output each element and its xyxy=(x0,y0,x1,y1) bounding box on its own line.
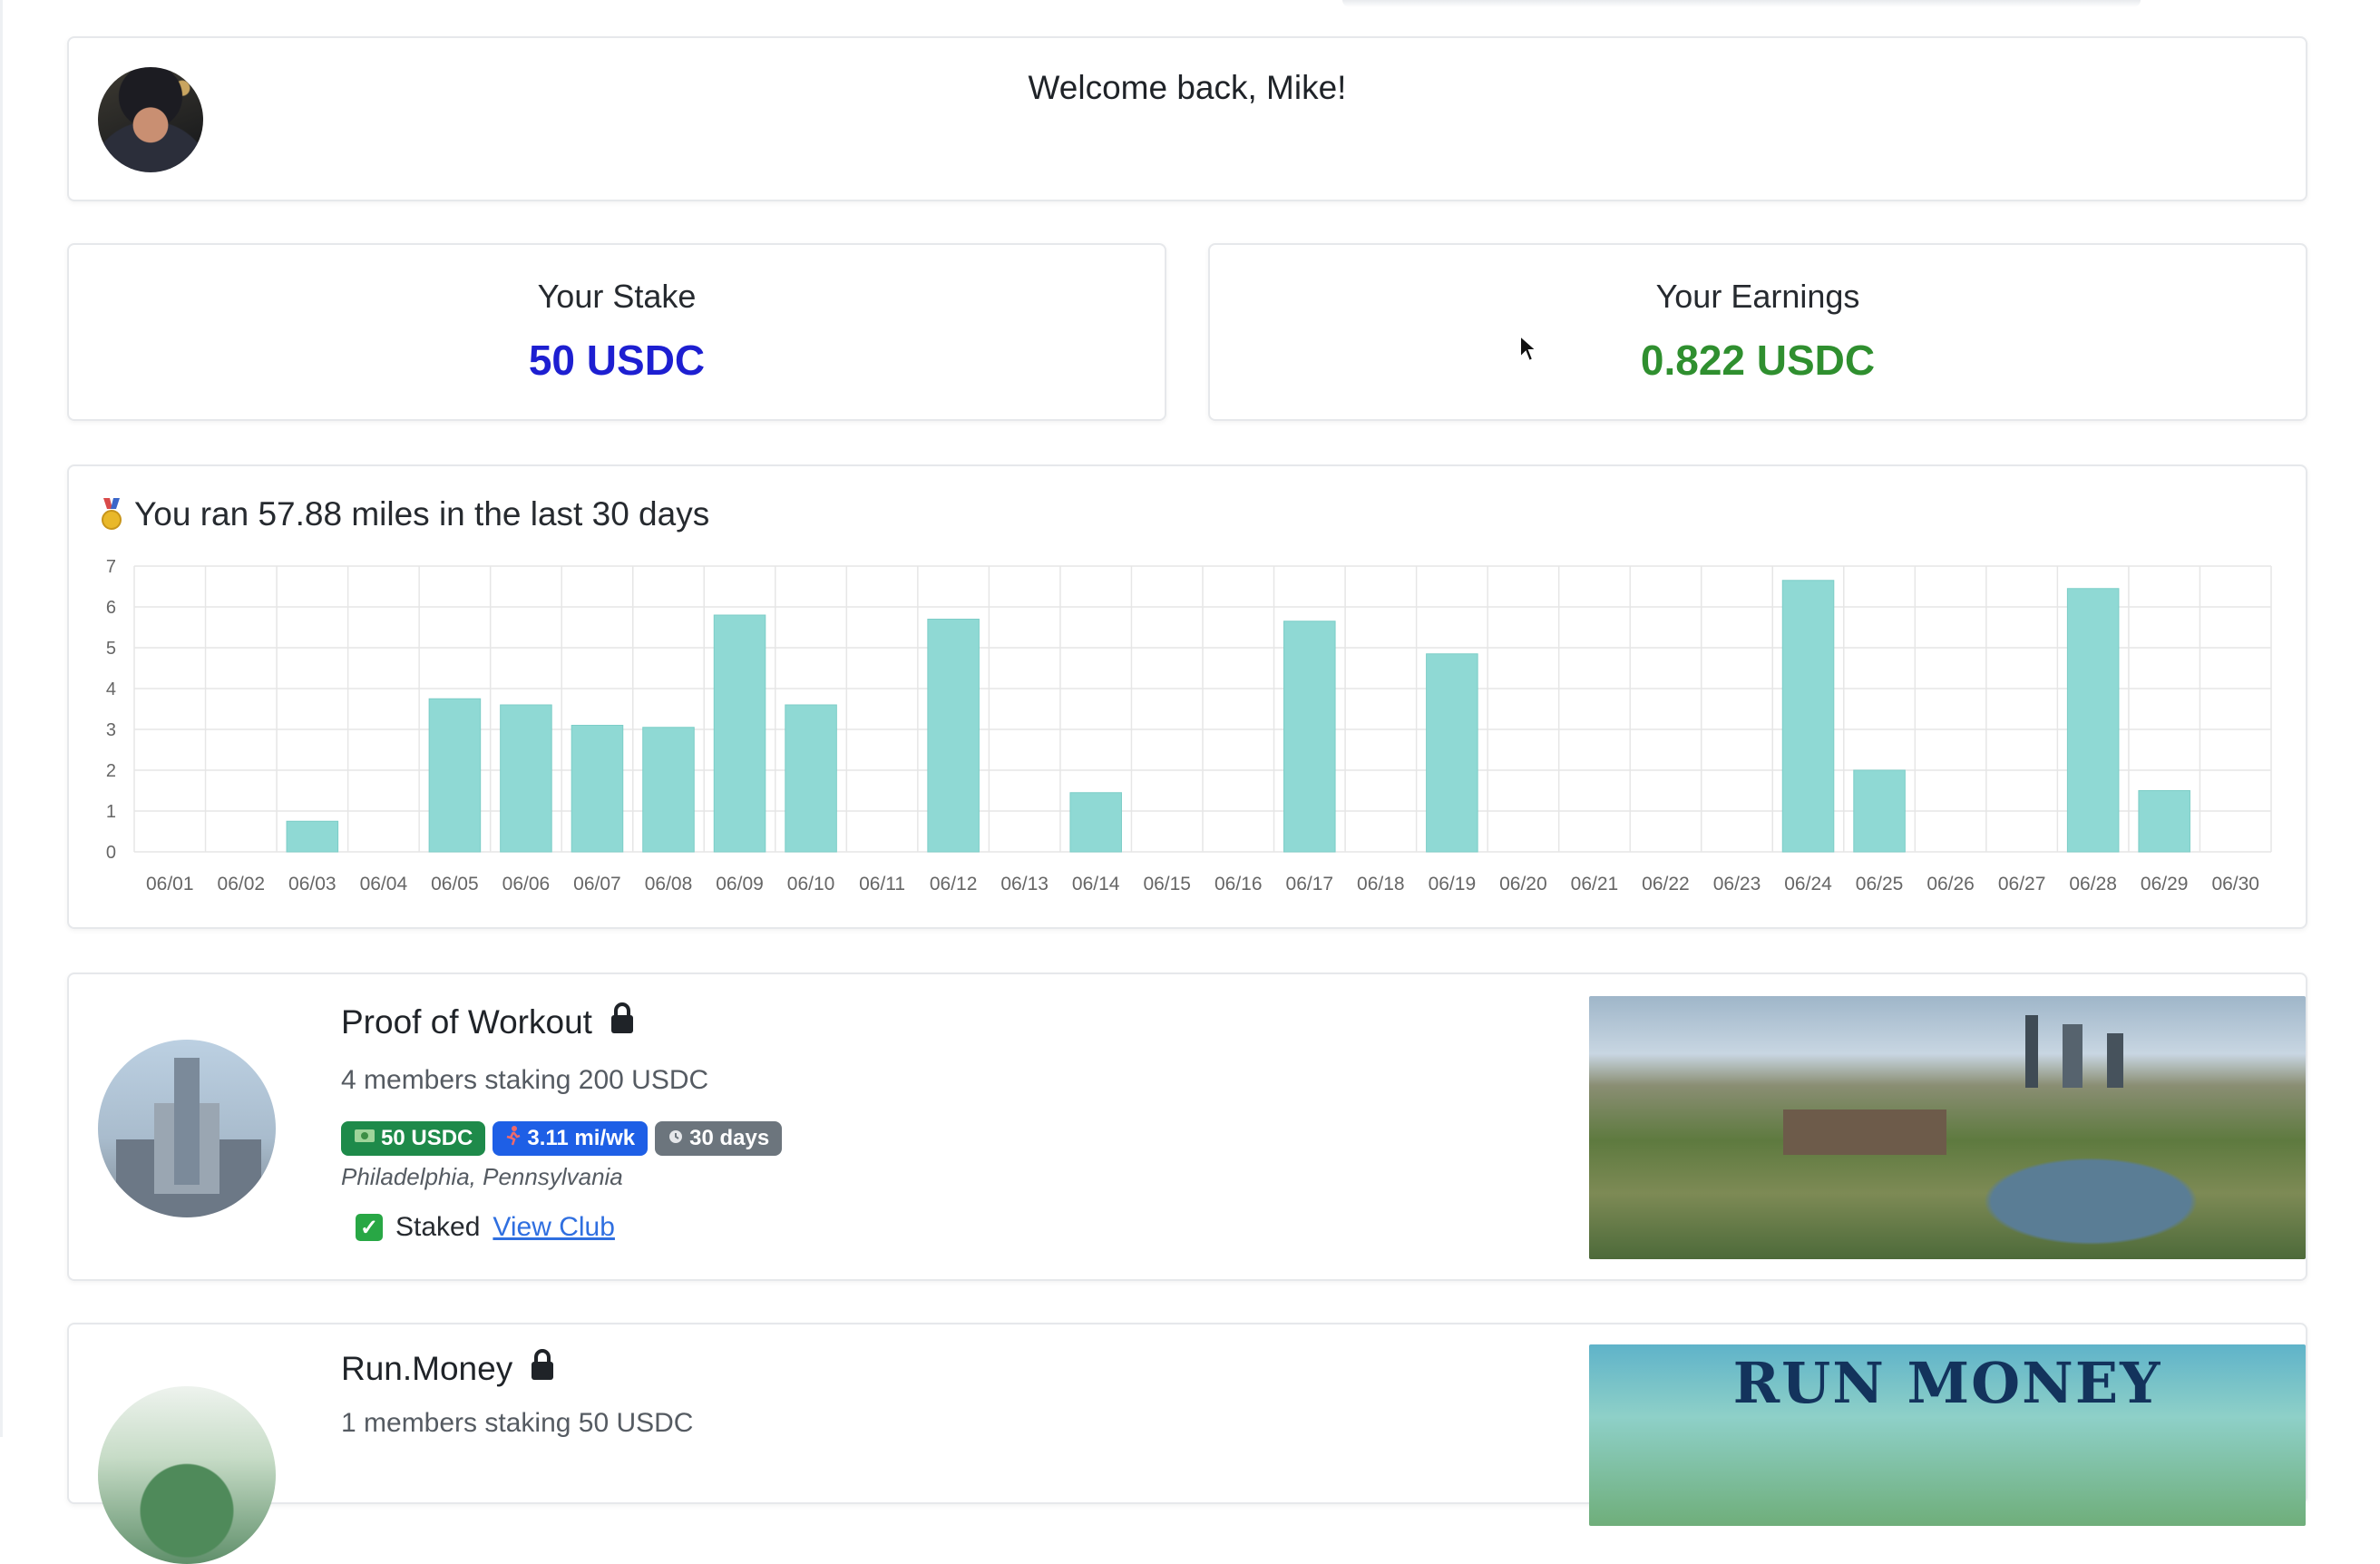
chart-bar xyxy=(2066,588,2120,853)
club-cover-image xyxy=(1589,996,2306,1259)
top-bar-shadow xyxy=(1342,0,2141,7)
chart-bar xyxy=(571,725,624,853)
y-tick-label: 3 xyxy=(106,720,116,740)
chart-bar xyxy=(713,614,766,853)
x-tick-label: 06/27 xyxy=(1998,874,2046,894)
club-name: Run.Money xyxy=(341,1348,556,1389)
club-status: ✓ Staked View Club xyxy=(356,1212,615,1243)
chart-bar xyxy=(1426,653,1478,853)
x-tick-label: 06/20 xyxy=(1499,874,1547,894)
club-members: 4 members staking 200 USDC xyxy=(341,1065,709,1095)
x-tick-label: 06/21 xyxy=(1571,874,1619,894)
x-tick-label: 06/10 xyxy=(787,874,835,894)
stake-value: 50 USDC xyxy=(528,337,706,384)
page-left-border xyxy=(0,0,3,1437)
x-tick-label: 06/03 xyxy=(288,874,337,894)
x-tick-label: 06/11 xyxy=(859,874,905,894)
x-tick-label: 06/28 xyxy=(2069,874,2117,894)
miles-chart-card: 0 1 2 3 4 5 6 7 06/01 06/02 06/03 06/04 06/05 06/06 06… xyxy=(67,464,2307,929)
x-tick-label: 06/24 xyxy=(1784,874,1832,894)
x-tick-label: 06/17 xyxy=(1286,874,1334,894)
x-tick-label: 06/09 xyxy=(716,874,764,894)
x-tick-label: 06/08 xyxy=(645,874,693,894)
club-cover-image: RUN MONEY xyxy=(1589,1344,2306,1526)
view-club-link[interactable]: View Club xyxy=(493,1212,615,1243)
x-tick-label: 06/07 xyxy=(573,874,621,894)
x-tick-label: 06/30 xyxy=(2211,874,2259,894)
check-icon: ✓ xyxy=(356,1214,383,1241)
club-badges: 50 USDC 3.11 mi/wk 30 days xyxy=(341,1121,783,1156)
chart-bar xyxy=(2138,790,2190,853)
x-tick-label: 06/14 xyxy=(1072,874,1120,894)
chart-bar xyxy=(1781,580,1835,853)
lock-icon xyxy=(609,1002,636,1042)
x-tick-label: 06/06 xyxy=(502,874,551,894)
duration-badge: 30 days xyxy=(655,1121,783,1156)
x-tick-label: 06/01 xyxy=(146,874,194,894)
clock-icon xyxy=(668,1126,684,1151)
stake-label: Your Stake xyxy=(537,278,697,315)
chart-bar xyxy=(927,619,980,853)
distance-badge: 3.11 mi/wk xyxy=(493,1121,649,1156)
y-tick-label: 5 xyxy=(106,639,116,659)
y-tick-label: 0 xyxy=(106,843,116,863)
x-tick-label: 06/02 xyxy=(218,874,266,894)
club-name: Proof of Workout xyxy=(341,1002,636,1042)
earnings-label: Your Earnings xyxy=(1655,278,1860,315)
chart-bar xyxy=(785,704,837,853)
club-card-run-money: Run.Money 1 members staking 50 USDC RUN … xyxy=(67,1323,2307,1564)
x-tick-label: 06/18 xyxy=(1357,874,1405,894)
welcome-message: Welcome back, Mike! xyxy=(1028,69,1347,106)
earnings-card: Your Earnings 0.822 USDC xyxy=(1208,243,2307,421)
x-tick-label: 06/05 xyxy=(431,874,479,894)
x-tick-label: 06/12 xyxy=(930,874,978,894)
x-tick-label: 06/19 xyxy=(1429,874,1477,894)
distance-badge-label: 3.11 mi/wk xyxy=(527,1126,636,1150)
club-members: 1 members staking 50 USDC xyxy=(341,1408,694,1438)
money-icon xyxy=(354,1126,376,1151)
chart-bar xyxy=(500,704,552,853)
chart-bar xyxy=(1853,769,1906,853)
x-tick-label: 06/23 xyxy=(1713,874,1761,894)
x-tick-label: 06/13 xyxy=(1000,874,1049,894)
chart-title: You ran 57.88 miles in the last 30 days xyxy=(98,495,709,533)
miles-bar-chart: 0 1 2 3 4 5 6 7 06/01 06/02 06/03 06/04 06/05 06/06 06… xyxy=(106,557,2272,894)
y-tick-label: 1 xyxy=(106,802,116,822)
medal-icon xyxy=(98,498,125,531)
earnings-value: 0.822 USDC xyxy=(1640,337,1876,384)
chart-title-text: You ran 57.88 miles in the last 30 days xyxy=(134,495,710,533)
x-tick-label: 06/29 xyxy=(2141,874,2189,894)
welcome-card: Welcome back, Mike! xyxy=(67,36,2307,201)
duration-badge-label: 30 days xyxy=(689,1126,770,1150)
chart-bar xyxy=(286,820,339,853)
stake-badge-label: 50 USDC xyxy=(381,1126,473,1150)
club-card-proof-of-workout: Proof of Workout 4 members staking 200 U… xyxy=(67,973,2307,1281)
staked-label: Staked xyxy=(395,1212,481,1242)
runner-icon xyxy=(505,1125,522,1152)
x-tick-label: 06/15 xyxy=(1143,874,1191,894)
club-name-text: Run.Money xyxy=(341,1349,513,1387)
chart-bar xyxy=(428,698,482,853)
y-tick-label: 2 xyxy=(106,761,116,781)
y-tick-label: 4 xyxy=(106,679,116,699)
club-avatar xyxy=(98,1040,276,1217)
x-tick-label: 06/25 xyxy=(1856,874,1904,894)
x-tick-label: 06/22 xyxy=(1642,874,1690,894)
lock-icon xyxy=(529,1348,556,1389)
chart-bar xyxy=(1069,792,1122,853)
club-name-text: Proof of Workout xyxy=(341,1002,592,1041)
club-image-title: RUN MONEY xyxy=(1732,1350,2162,1416)
stake-badge: 50 USDC xyxy=(341,1121,486,1156)
chart-bar xyxy=(1283,621,1336,853)
x-tick-label: 06/04 xyxy=(360,874,408,894)
y-tick-label: 6 xyxy=(106,598,116,618)
club-avatar xyxy=(98,1386,276,1564)
x-tick-label: 06/16 xyxy=(1214,874,1263,894)
y-tick-label: 7 xyxy=(106,557,116,577)
x-tick-label: 06/26 xyxy=(1926,874,1975,894)
stake-card: Your Stake 50 USDC xyxy=(67,243,1166,421)
club-location: Philadelphia, Pennsylvania xyxy=(341,1163,623,1190)
chart-bar xyxy=(642,727,695,853)
